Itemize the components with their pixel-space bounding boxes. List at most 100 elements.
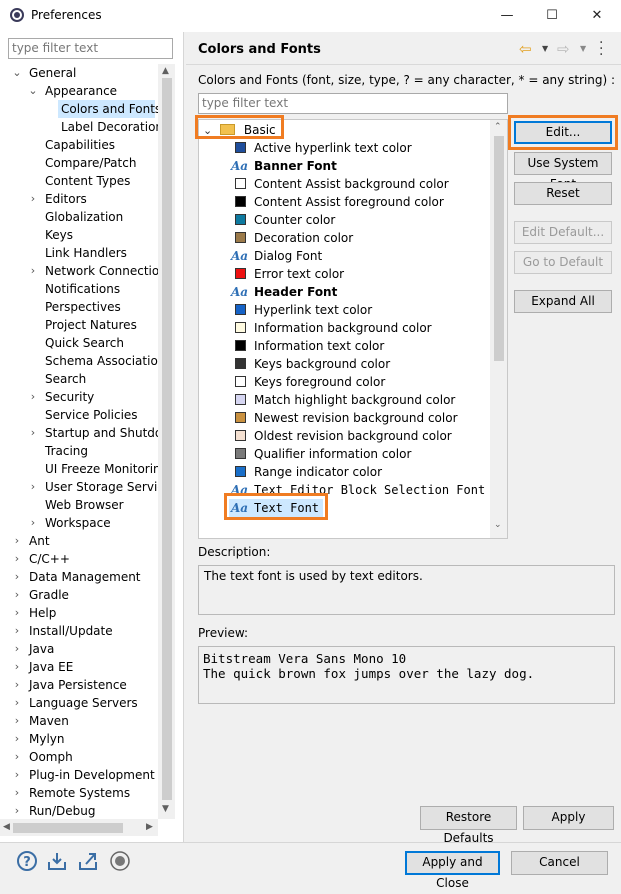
colors-fonts-scrollbar[interactable]: ⌃ ⌄ [490,120,507,538]
chevron-right-icon[interactable]: › [12,640,22,658]
color-item[interactable]: Oldest revision background color [231,427,452,445]
expand-all-button[interactable]: Expand All [514,290,612,313]
item-label: Keys foreground color [254,375,386,389]
scroll-down-icon[interactable]: ⌄ [494,520,502,530]
chevron-right-icon[interactable]: › [12,748,22,766]
color-item[interactable]: Content Assist background color [231,175,449,193]
color-item[interactable]: Counter color [231,211,335,229]
description-text: The text font is used by text editors. [204,569,423,583]
font-item[interactable]: Aa Dialog Font [231,247,322,265]
back-arrow-icon[interactable]: ⇦ [519,40,532,58]
chevron-right-icon[interactable]: › [12,568,22,586]
instructions-label: Colors and Fonts (font, size, type, ? = … [198,73,616,87]
chevron-right-icon[interactable]: › [28,478,38,496]
color-item[interactable]: Range indicator color [231,463,382,481]
tree-item-label: Search [45,372,87,386]
apply-and-close-button[interactable]: Apply and Close [405,851,500,890]
chevron-right-icon[interactable]: › [12,694,22,712]
description-box: The text font is used by text editors. [198,565,615,615]
chevron-right-icon[interactable]: › [12,550,22,568]
color-item[interactable]: Content Assist foreground color [231,193,444,211]
left-horizontal-scrollbar[interactable]: ◀ ▶ [0,819,158,836]
color-swatch-icon [235,448,246,459]
edit-default-button[interactable]: Edit Default... [514,221,612,244]
export-icon[interactable] [77,850,99,872]
item-label: Active hyperlink text color [254,141,412,155]
color-item[interactable]: Keys background color [231,355,390,373]
description-label: Description: [198,545,271,559]
tree-item-label: Schema Associations [45,354,158,368]
chevron-right-icon[interactable]: › [12,676,22,694]
chevron-down-icon[interactable]: ⌄ [28,82,38,100]
item-label: Keys background color [254,357,391,371]
color-item[interactable]: Qualifier information color [231,445,411,463]
apply-button[interactable]: Apply [523,806,614,830]
reset-button[interactable]: Reset [514,182,612,205]
chevron-right-icon[interactable]: › [12,604,22,622]
colors-fonts-filter-input[interactable]: type filter text [198,93,508,114]
color-swatch-icon [235,304,246,315]
tree-item-label: Capabilities [45,138,115,152]
item-label: Header Font [254,285,338,299]
chevron-right-icon[interactable]: › [12,658,22,676]
back-menu-chevron-icon[interactable]: ▼ [542,44,548,53]
chevron-right-icon[interactable]: › [12,802,22,819]
scroll-up-icon[interactable]: ▲ [162,66,169,76]
color-item[interactable]: Information background color [231,319,432,337]
chevron-right-icon[interactable]: › [12,586,22,604]
scroll-left-icon[interactable]: ◀ [3,822,10,832]
chevron-right-icon[interactable]: › [12,532,22,550]
color-item[interactable]: Decoration color [231,229,353,247]
color-item[interactable]: Match highlight background color [231,391,455,409]
cancel-button[interactable]: Cancel [511,851,608,875]
chevron-right-icon[interactable]: › [12,622,22,640]
color-item[interactable]: Keys foreground color [231,373,385,391]
chevron-right-icon[interactable]: › [12,766,22,784]
color-item[interactable]: Active hyperlink text color [231,139,412,157]
scroll-up-icon[interactable]: ⌃ [494,122,502,132]
forward-arrow-icon[interactable]: ⇨ [557,40,570,58]
footer-divider [0,842,621,843]
record-icon[interactable] [109,850,131,872]
scroll-thumb[interactable] [494,136,504,361]
chevron-right-icon[interactable]: › [28,388,38,406]
tree-item-label: Network Connections [45,264,158,278]
close-button[interactable]: ✕ [582,4,612,28]
color-item[interactable]: Error text color [231,265,344,283]
tree-item-label: Startup and Shutdown [45,426,158,440]
restore-defaults-button[interactable]: Restore Defaults [420,806,517,845]
view-menu-icon[interactable]: · · · [599,36,605,62]
minimize-button[interactable]: — [492,4,522,28]
forward-menu-chevron-icon[interactable]: ▼ [580,44,586,53]
maximize-button[interactable]: ☐ [537,4,567,28]
help-icon[interactable]: ? [16,850,38,872]
tree-item-label: Appearance [45,84,118,98]
color-swatch-icon [235,214,246,225]
chevron-right-icon[interactable]: › [12,712,22,730]
color-item[interactable]: Information text color [231,337,384,355]
use-system-font-button[interactable]: Use System Font [514,152,612,191]
chevron-down-icon[interactable]: ⌄ [12,64,22,82]
left-filter-input[interactable]: type filter text [8,38,173,59]
go-to-default-button[interactable]: Go to Default [514,251,612,274]
color-item[interactable]: Hyperlink text color [231,301,372,319]
color-item[interactable]: Newest revision background color [231,409,458,427]
chevron-right-icon[interactable]: › [12,730,22,748]
chevron-right-icon[interactable]: › [28,514,38,532]
tree-item-label: Ant [29,534,50,548]
tree-item[interactable]: Colors and Fonts [58,100,158,118]
import-icon[interactable] [46,850,68,872]
scroll-thumb[interactable] [13,823,123,833]
scroll-right-icon[interactable]: ▶ [146,822,153,832]
chevron-right-icon[interactable]: › [28,190,38,208]
scroll-down-icon[interactable]: ▼ [162,804,169,814]
chevron-right-icon[interactable]: › [28,262,38,280]
chevron-right-icon[interactable]: › [12,784,22,802]
left-vertical-scrollbar[interactable]: ▲ ▼ [158,64,175,819]
page-title: Colors and Fonts [198,42,321,57]
scroll-thumb[interactable] [162,78,172,800]
font-item[interactable]: Aa Header Font [231,283,337,301]
font-item[interactable]: Aa Banner Font [231,157,337,175]
chevron-right-icon[interactable]: › [28,424,38,442]
edit-button[interactable]: Edit... [514,121,612,144]
